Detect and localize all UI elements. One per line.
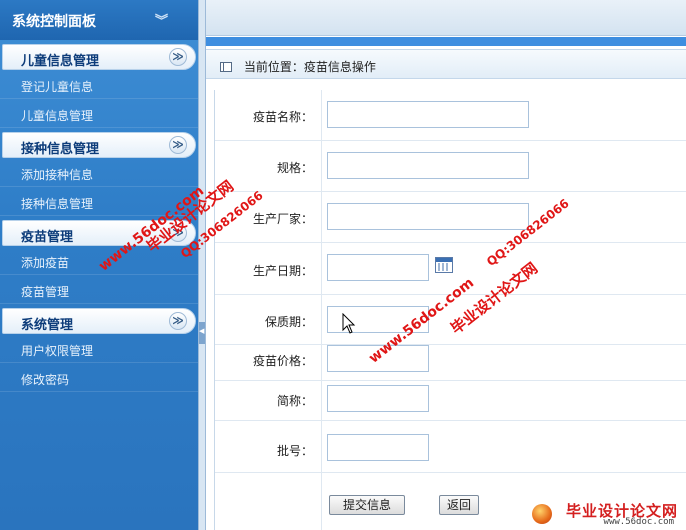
field-label: 生产日期：: [252, 264, 313, 278]
menu-group-title: 系统管理: [21, 318, 74, 333]
menu-group-title: 接种信息管理: [21, 142, 100, 157]
column-divider: [321, 473, 322, 530]
breadcrumb: 当前位置：疫苗信息操作: [206, 49, 686, 79]
field-label: 生产厂家：: [252, 212, 313, 226]
back-button[interactable]: 返回: [439, 495, 479, 515]
form-row: 生产日期：: [215, 243, 686, 295]
main-content: 当前位置：疫苗信息操作 疫苗名称： 规格： 生产厂家： 生产日期： 保质期： 疫…: [206, 0, 686, 530]
collapse-double-chevron-icon[interactable]: ≫: [169, 224, 187, 242]
collapse-panel-icon[interactable]: ︾: [155, 10, 168, 29]
form-row: 疫苗价格：: [215, 345, 686, 381]
menu-group-child-info: 儿童信息管理 ≫ 登记儿童信息 儿童信息管理: [0, 44, 198, 128]
menu-group-header[interactable]: 儿童信息管理 ≫: [2, 44, 196, 70]
menu-group-vaccine: 疫苗管理 ≫ 添加疫苗 疫苗管理: [0, 220, 198, 304]
form-row: 疫苗名称：: [215, 90, 686, 141]
column-divider: [321, 192, 322, 242]
menu-group-header[interactable]: 系统管理 ≫: [2, 308, 196, 334]
sidebar-item-register-child[interactable]: 登记儿童信息: [0, 70, 198, 99]
specification-input[interactable]: [327, 152, 529, 179]
manufacturer-input[interactable]: [327, 203, 529, 230]
vaccine-price-input[interactable]: [327, 345, 429, 372]
submit-button[interactable]: 提交信息: [329, 495, 405, 515]
logo-ball-icon: [532, 504, 552, 524]
form-row: 批号：: [215, 421, 686, 473]
column-divider: [321, 381, 322, 420]
column-divider: [321, 141, 322, 191]
menu-group-header[interactable]: 接种信息管理 ≫: [2, 132, 196, 158]
menu-group-vaccination-info: 接种信息管理 ≫ 添加接种信息 接种信息管理: [0, 132, 198, 216]
menu-group-title: 疫苗管理: [21, 230, 74, 245]
sidebar-item-user-permissions[interactable]: 用户权限管理: [0, 334, 198, 363]
vaccine-form: 疫苗名称： 规格： 生产厂家： 生产日期： 保质期： 疫苗价格： 简称： 批号：…: [214, 90, 686, 530]
sidebar-item-child-management[interactable]: 儿童信息管理: [0, 99, 198, 128]
abbreviation-input[interactable]: [327, 385, 429, 412]
form-row: 简称：: [215, 381, 686, 421]
menu-group-header[interactable]: 疫苗管理 ≫: [2, 220, 196, 246]
collapse-double-chevron-icon[interactable]: ≫: [169, 312, 187, 330]
form-row: 规格：: [215, 141, 686, 192]
calendar-icon[interactable]: [435, 257, 453, 273]
sidebar: 系统控制面板 ︾ 儿童信息管理 ≫ 登记儿童信息 儿童信息管理 接种信息管理 ≫…: [0, 0, 198, 530]
field-label: 规格：: [276, 161, 313, 175]
header-band: [206, 37, 686, 46]
sidebar-item-change-password[interactable]: 修改密码: [0, 363, 198, 392]
form-row: 保质期：: [215, 295, 686, 345]
column-divider: [321, 90, 322, 140]
field-label: 疫苗价格：: [252, 354, 313, 368]
column-divider: [321, 295, 322, 344]
column-divider: [321, 421, 322, 472]
sidebar-header[interactable]: 系统控制面板 ︾: [0, 0, 198, 40]
form-row: 生产厂家：: [215, 192, 686, 243]
field-label: 批号：: [276, 444, 313, 458]
footer-site-url: www.56doc.com: [603, 517, 674, 527]
collapse-double-chevron-icon[interactable]: ≫: [169, 136, 187, 154]
top-bar: [206, 0, 686, 36]
sidebar-item-vaccine-management[interactable]: 疫苗管理: [0, 275, 198, 304]
sidebar-item-add-vaccine[interactable]: 添加疫苗: [0, 246, 198, 275]
collapse-left-icon: ◀: [199, 327, 205, 335]
mouse-cursor-icon: [342, 313, 356, 334]
footer-watermark-logo: 毕业设计论文网 www.56doc.com: [514, 500, 684, 530]
column-divider: [321, 243, 322, 294]
vaccine-name-input[interactable]: [327, 101, 529, 128]
field-label: 疫苗名称：: [252, 110, 313, 124]
column-divider: [321, 345, 322, 380]
sidebar-item-add-vaccination[interactable]: 添加接种信息: [0, 158, 198, 187]
collapse-double-chevron-icon[interactable]: ≫: [169, 48, 187, 66]
field-label: 简称：: [276, 394, 313, 408]
sidebar-title: 系统控制面板: [12, 14, 96, 30]
sidebar-item-vaccination-management[interactable]: 接种信息管理: [0, 187, 198, 216]
menu-group-system: 系统管理 ≫ 用户权限管理 修改密码: [0, 308, 198, 392]
splitter-handle[interactable]: ◀: [199, 322, 205, 344]
field-label: 保质期：: [264, 315, 313, 329]
batch-number-input[interactable]: [327, 434, 429, 461]
table-icon: [220, 62, 232, 72]
menu-group-title: 儿童信息管理: [21, 54, 100, 69]
sidebar-splitter[interactable]: ◀: [198, 0, 206, 530]
production-date-input[interactable]: [327, 254, 429, 281]
breadcrumb-text: 当前位置：疫苗信息操作: [243, 60, 376, 74]
